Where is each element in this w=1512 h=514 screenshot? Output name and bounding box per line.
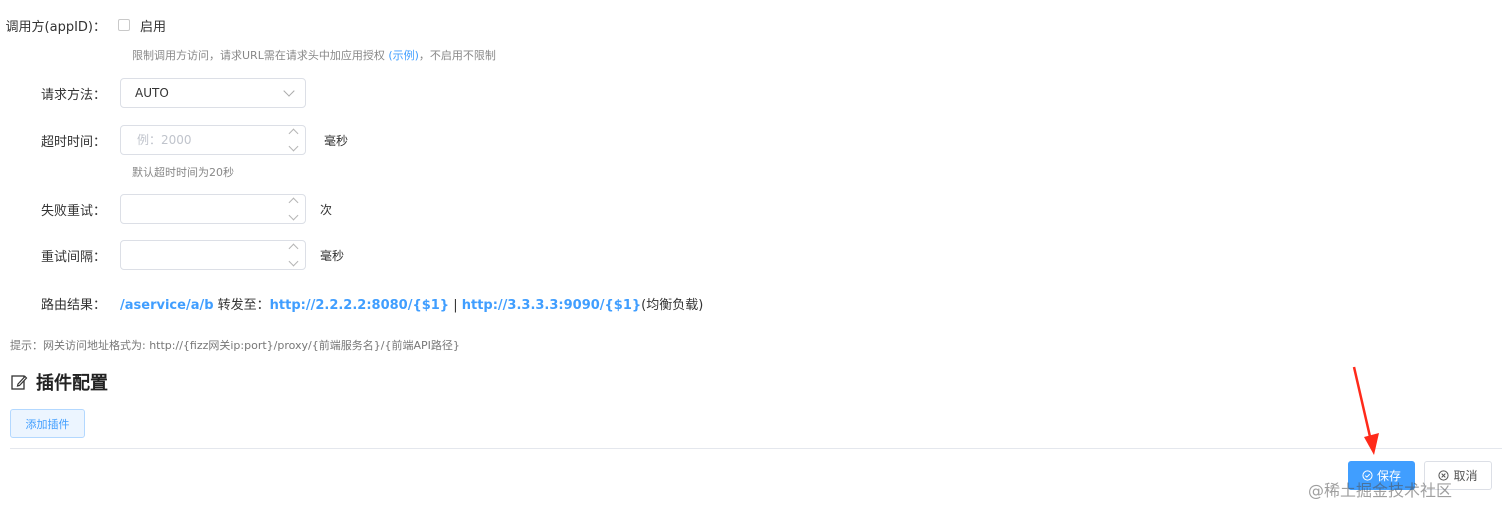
- appid-row: 调用方(appID)： 启用: [0, 14, 166, 36]
- retry-interval-input[interactable]: [135, 247, 269, 263]
- route-label: 路由结果：: [40, 297, 106, 313]
- retry-stepper[interactable]: [288, 196, 299, 222]
- chevron-down-icon[interactable]: [288, 141, 299, 152]
- route-forward-text: 转发至：: [213, 297, 270, 313]
- retry-label: 失败重试：: [40, 203, 106, 219]
- timeout-input[interactable]: [135, 132, 269, 148]
- route-path-link[interactable]: /aservice/a/b: [120, 298, 214, 313]
- appid-hint-text: 限制调用方访问，请求URL需在请求头中加应用授权: [132, 49, 389, 62]
- plugin-section-title: 插件配置: [10, 369, 108, 395]
- retry-row: 失败重试： 次: [0, 194, 332, 224]
- appid-label: 调用方(appID)：: [5, 19, 106, 35]
- chevron-up-icon[interactable]: [288, 128, 299, 139]
- example-link[interactable]: (示例): [388, 49, 419, 62]
- timeout-hint: 默认超时时间为20秒: [132, 166, 234, 179]
- route-target-1-link[interactable]: http://2.2.2.2:8080/{$1}: [270, 298, 449, 313]
- chevron-down-icon[interactable]: [288, 210, 299, 221]
- route-row: 路由结果： /aservice/a/b 转发至：http://2.2.2.2:8…: [0, 292, 703, 314]
- route-suffix: (均衡负载): [641, 297, 704, 313]
- edit-icon: [11, 375, 28, 390]
- watermark: @稀土掘金技术社区: [1308, 481, 1453, 500]
- add-plugin-button[interactable]: 添加插件: [10, 409, 85, 438]
- timeout-stepper[interactable]: [288, 127, 299, 153]
- route-target-2-link[interactable]: http://3.3.3.3:9090/{$1}: [462, 298, 641, 313]
- appid-enable-checkbox[interactable]: [118, 19, 130, 31]
- chevron-down-icon[interactable]: [288, 256, 299, 267]
- retry-interval-input-box[interactable]: [120, 240, 306, 270]
- method-row: 请求方法： AUTO: [0, 78, 306, 108]
- retry-unit: 次: [320, 202, 333, 217]
- chevron-down-icon: [283, 85, 295, 97]
- retry-interval-label: 重试间隔：: [40, 249, 106, 265]
- method-label: 请求方法：: [40, 87, 106, 103]
- timeout-unit: 毫秒: [324, 133, 349, 148]
- retry-interval-unit: 毫秒: [320, 248, 345, 263]
- gateway-format-tip: 提示：网关访问地址格式为: http://{fizz网关ip:port}/pro…: [10, 339, 460, 352]
- plugin-section-title-text: 插件配置: [36, 373, 108, 394]
- timeout-input-box[interactable]: [120, 125, 306, 155]
- chevron-up-icon[interactable]: [288, 197, 299, 208]
- cancel-button-label: 取消: [1453, 469, 1478, 483]
- chevron-up-icon[interactable]: [288, 243, 299, 254]
- timeout-row: 超时时间： 毫秒: [0, 125, 348, 155]
- appid-hint: 限制调用方访问，请求URL需在请求头中加应用授权 (示例)，不启用不限制: [132, 47, 496, 63]
- annotation-arrow-icon: [1352, 366, 1379, 455]
- retry-input-box[interactable]: [120, 194, 306, 224]
- retry-interval-row: 重试间隔： 毫秒: [0, 240, 344, 270]
- route-separator: |: [449, 297, 462, 313]
- route-result: /aservice/a/b 转发至：http://2.2.2.2:8080/{$…: [120, 294, 703, 313]
- retry-interval-stepper[interactable]: [288, 242, 299, 268]
- retry-input[interactable]: [135, 201, 269, 217]
- timeout-label: 超时时间：: [40, 134, 106, 150]
- method-value: AUTO: [135, 86, 169, 100]
- appid-hint-suffix: ，不启用不限制: [418, 49, 496, 62]
- appid-enable-label[interactable]: 启用: [140, 16, 166, 35]
- method-select[interactable]: AUTO: [120, 78, 306, 108]
- divider: [10, 448, 1502, 449]
